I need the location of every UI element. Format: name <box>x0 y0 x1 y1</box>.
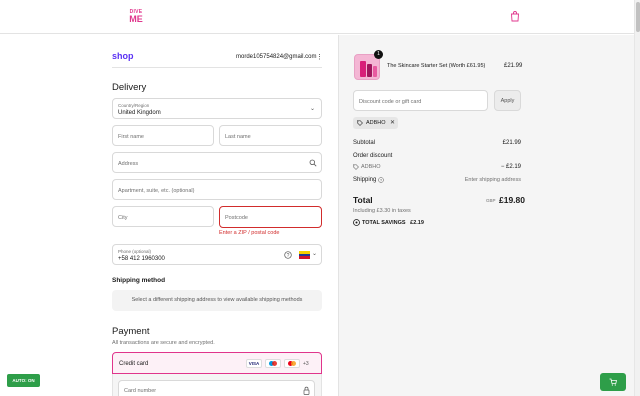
discount-code-input[interactable]: Discount code or gift card <box>353 90 488 111</box>
venezuela-flag-icon[interactable] <box>299 251 310 259</box>
phone-field[interactable]: Phone (optional) +58 412 1960300 ? ⌄ <box>112 244 322 265</box>
maestro-circles-icon <box>269 361 277 366</box>
close-icon[interactable]: ✕ <box>390 119 395 126</box>
account-email: morde105754824@gmail.com <box>236 54 317 60</box>
last-name-placeholder: Last name <box>225 134 251 140</box>
phone-label: Phone (optional) <box>118 249 152 254</box>
credit-card-label: Credit card <box>119 361 149 367</box>
apartment-field[interactable]: Apartment, suite, etc. (optional) <box>112 179 322 200</box>
visa-icon: VISA <box>246 359 262 368</box>
more-card-brands: +3 <box>303 361 309 367</box>
auto-toggle-button[interactable]: AUTO: ON <box>7 374 40 387</box>
savings-value: £2.19 <box>410 219 424 226</box>
total-label: Total <box>353 195 373 205</box>
product-price: £21.99 <box>504 63 523 69</box>
shipping-label: Shipping <box>353 177 377 183</box>
search-icon <box>309 159 317 167</box>
store-logo[interactable]: DIVE ME <box>129 9 143 24</box>
discount-value: − £2.19 <box>500 164 521 170</box>
order-discount-label: Order discount <box>353 153 393 159</box>
postcode-error: Enter a ZIP / postal code <box>219 230 280 236</box>
phone-value: +58 412 1960300 <box>118 256 165 262</box>
chevron-down-icon[interactable]: ⌄ <box>312 250 317 257</box>
subtotal-label: Subtotal <box>353 140 376 146</box>
discount-code-placeholder: Discount code or gift card <box>359 99 422 105</box>
logo-line-2: ME <box>129 14 143 24</box>
help-icon[interactable]: ? <box>284 251 292 259</box>
mastercard-circles-icon <box>288 361 296 366</box>
total-savings: TOTAL SAVINGS £2.19 <box>353 219 424 226</box>
city-field[interactable]: City <box>112 206 214 227</box>
assistant-fab-button[interactable] <box>600 373 626 391</box>
svg-text:?: ? <box>287 253 290 259</box>
city-placeholder: City <box>118 215 128 221</box>
savings-label: TOTAL SAVINGS <box>362 219 406 226</box>
maestro-icon <box>265 359 281 368</box>
mastercard-icon <box>284 359 300 368</box>
savings-tag-icon <box>353 219 360 226</box>
page-scrollbar[interactable] <box>634 0 640 396</box>
total-value: £19.80 <box>499 195 525 205</box>
postcode-field[interactable]: Postcode <box>219 206 322 228</box>
card-number-placeholder: Card number <box>124 388 157 394</box>
lock-icon <box>303 386 310 395</box>
applied-discount-chip: ADBHO ✕ <box>353 117 398 129</box>
more-vertical-icon[interactable]: ⋮ <box>316 53 323 61</box>
credit-card-option[interactable]: Credit card VISA +3 <box>112 352 322 374</box>
payment-subtitle: All transactions are secure and encrypte… <box>112 340 215 346</box>
tag-icon <box>357 120 363 126</box>
tag-icon <box>353 164 359 170</box>
discount-code-label: ADBHO <box>361 164 381 170</box>
shipping-value: Enter shipping address <box>464 177 521 183</box>
divider <box>112 67 322 68</box>
address-placeholder: Address <box>118 161 139 167</box>
postcode-placeholder: Postcode <box>225 215 248 221</box>
apartment-placeholder: Apartment, suite, etc. (optional) <box>118 188 195 194</box>
first-name-field[interactable]: First name <box>112 125 214 146</box>
applied-code-label: ADBHO <box>366 120 386 126</box>
address-field[interactable]: Address <box>112 152 322 173</box>
cart-icon <box>609 378 617 386</box>
help-icon[interactable]: ? <box>378 177 384 183</box>
product-name: The Skincare Starter Set (Worth £61.95) <box>387 63 486 69</box>
payment-heading: Payment <box>112 326 150 337</box>
subtotal-value: £21.99 <box>502 140 521 146</box>
shopping-bag-icon[interactable] <box>510 11 520 22</box>
delivery-heading: Delivery <box>112 82 147 93</box>
country-label: Country/Region <box>118 103 150 108</box>
card-number-field[interactable]: Card number <box>118 380 315 396</box>
country-select[interactable]: Country/Region United Kingdom ⌄ <box>112 98 322 119</box>
shipping-method-heading: Shipping method <box>112 277 166 284</box>
apply-button[interactable]: Apply <box>494 90 521 111</box>
quantity-badge: 1 <box>374 50 383 59</box>
shipping-method-message: Select a different shipping address to v… <box>131 297 303 303</box>
shop-pay-logo[interactable]: shop <box>112 51 134 61</box>
tax-note: Including £3.30 in taxes <box>353 208 411 214</box>
shipping-method-notice: Select a different shipping address to v… <box>112 290 322 311</box>
scrollbar-thumb[interactable] <box>636 2 640 32</box>
country-value: United Kingdom <box>118 110 161 116</box>
site-header: DIVE ME <box>0 0 634 34</box>
last-name-field[interactable]: Last name <box>219 125 322 146</box>
chevron-down-icon: ⌄ <box>310 106 316 112</box>
first-name-placeholder: First name <box>118 134 144 140</box>
total-currency: GBP <box>486 198 496 203</box>
